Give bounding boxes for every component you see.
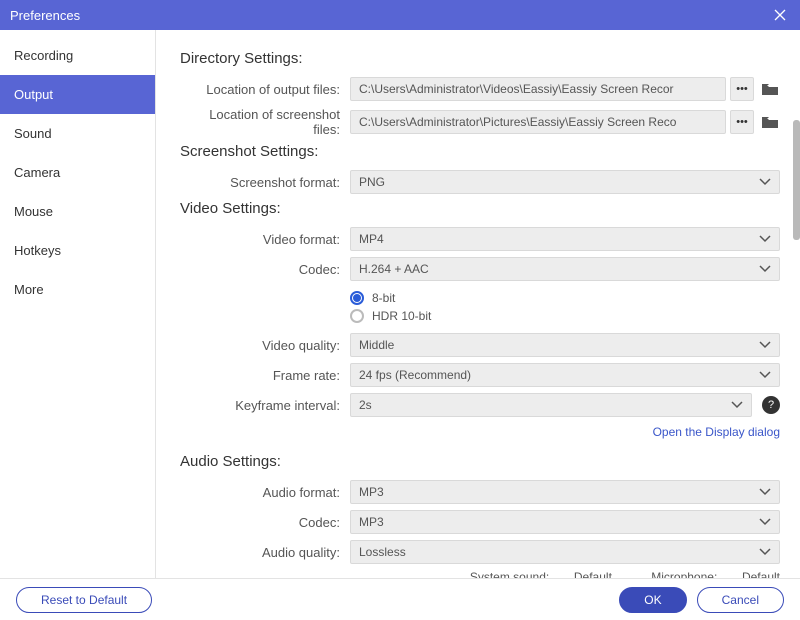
label-audio-quality: Audio quality: (180, 545, 350, 560)
sidebar-item-mouse[interactable]: Mouse (0, 192, 155, 231)
sidebar-item-more[interactable]: More (0, 270, 155, 309)
screenshot-path-field[interactable]: C:\Users\Administrator\Pictures\Eassiy\E… (350, 110, 726, 134)
output-path-field[interactable]: C:\Users\Administrator\Videos\Eassiy\Eas… (350, 77, 726, 101)
sidebar-item-recording[interactable]: Recording (0, 36, 155, 75)
close-icon[interactable] (770, 5, 790, 25)
video-quality-select[interactable]: Middle (350, 333, 780, 357)
label-frame-rate: Frame rate: (180, 368, 350, 383)
label-video-codec: Codec: (180, 262, 350, 277)
status-line: System sound: Default Microphone: Defaul… (180, 570, 780, 578)
browse-button[interactable]: ••• (730, 77, 754, 101)
content-area: Directory Settings: Location of output f… (156, 30, 800, 578)
audio-quality-select[interactable]: Lossless (350, 540, 780, 564)
chevron-down-icon (759, 265, 771, 273)
sidebar: Recording Output Sound Camera Mouse Hotk… (0, 30, 156, 578)
title-bar: Preferences (0, 0, 800, 30)
section-title-directory: Directory Settings: (180, 50, 780, 67)
chevron-down-icon (759, 548, 771, 556)
cancel-button[interactable]: Cancel (697, 587, 784, 613)
keyframe-interval-select[interactable]: 2s (350, 393, 752, 417)
open-display-dialog-link[interactable]: Open the Display dialog (180, 425, 780, 439)
help-icon[interactable]: ? (762, 396, 780, 414)
video-format-select[interactable]: MP4 (350, 227, 780, 251)
label-video-quality: Video quality: (180, 338, 350, 353)
chevron-down-icon (731, 401, 743, 409)
browse-button[interactable]: ••• (730, 110, 754, 134)
video-codec-select[interactable]: H.264 + AAC (350, 257, 780, 281)
frame-rate-select[interactable]: 24 fps (Recommend) (350, 363, 780, 387)
chevron-down-icon (759, 371, 771, 379)
label-audio-format: Audio format: (180, 485, 350, 500)
section-title-screenshot: Screenshot Settings: (180, 143, 780, 160)
label-keyframe-interval: Keyframe interval: (180, 398, 350, 413)
audio-codec-select[interactable]: MP3 (350, 510, 780, 534)
sidebar-item-camera[interactable]: Camera (0, 153, 155, 192)
section-title-video: Video Settings: (180, 200, 780, 217)
chevron-down-icon (759, 518, 771, 526)
radio-8bit[interactable]: 8-bit (350, 291, 431, 305)
label-output-location: Location of output files: (180, 82, 350, 97)
sidebar-item-hotkeys[interactable]: Hotkeys (0, 231, 155, 270)
sidebar-item-output[interactable]: Output (0, 75, 155, 114)
ok-button[interactable]: OK (619, 587, 686, 613)
audio-format-select[interactable]: MP3 (350, 480, 780, 504)
sidebar-item-sound[interactable]: Sound (0, 114, 155, 153)
section-title-audio: Audio Settings: (180, 453, 780, 470)
chevron-down-icon (759, 235, 771, 243)
label-video-format: Video format: (180, 232, 350, 247)
chevron-down-icon (759, 341, 771, 349)
footer: Reset to Default OK Cancel (0, 578, 800, 620)
label-screenshot-location: Location of screenshot files: (180, 107, 350, 137)
radio-hdr-10bit[interactable]: HDR 10-bit (350, 309, 431, 323)
chevron-down-icon (759, 178, 771, 186)
label-screenshot-format: Screenshot format: (180, 175, 350, 190)
screenshot-format-select[interactable]: PNG (350, 170, 780, 194)
label-audio-codec: Codec: (180, 515, 350, 530)
chevron-down-icon (759, 488, 771, 496)
reset-to-default-button[interactable]: Reset to Default (16, 587, 152, 613)
folder-icon[interactable] (760, 81, 780, 97)
scrollbar-thumb[interactable] (793, 120, 800, 240)
window-title: Preferences (10, 8, 770, 23)
folder-icon[interactable] (760, 114, 780, 130)
